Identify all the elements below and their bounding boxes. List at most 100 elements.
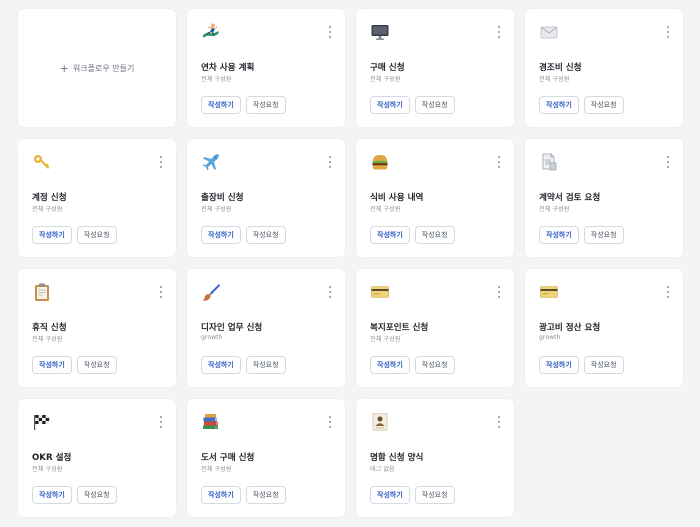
workflow-title: 경조비 신청	[539, 63, 582, 73]
workflow-title: 식비 사용 내역	[370, 193, 424, 203]
more-options-icon[interactable]	[158, 286, 164, 298]
more-options-icon[interactable]	[327, 286, 333, 298]
request-write-button[interactable]: 작성요청	[414, 356, 455, 374]
workflow-subtitle: 전체 구성원	[370, 76, 401, 83]
workflow-subtitle: 전체 구성원	[32, 336, 63, 343]
workflow-subtitle: 전체 구성원	[539, 76, 570, 83]
credit-card-icon	[539, 282, 559, 302]
credit-card-icon	[370, 282, 390, 302]
write-button[interactable]: 작성하기	[370, 486, 410, 504]
request-write-button[interactable]: 작성요청	[245, 96, 286, 114]
workflow-title: 디자인 업무 신청	[201, 323, 263, 333]
write-button[interactable]: 작성하기	[201, 226, 241, 244]
request-write-button[interactable]: 작성요청	[76, 226, 117, 244]
workflow-title: 휴직 신청	[32, 323, 67, 333]
document-icon	[539, 152, 559, 172]
request-write-button[interactable]: 작성요청	[583, 96, 624, 114]
request-write-button[interactable]: 작성요청	[414, 486, 455, 504]
workflow-subtitle: 전체 구성원	[201, 466, 232, 473]
checkered-flag-icon	[32, 412, 52, 432]
workflow-card[interactable]: 광고비 정산 요청 growth 작성하기 작성요청	[525, 269, 683, 387]
workflow-subtitle: growth	[201, 334, 223, 341]
clipboard-icon	[32, 282, 52, 302]
write-button[interactable]: 작성하기	[201, 356, 241, 374]
workflow-grid: + 워크플로우 만들기 연차 사용 계획 전체 구성원 작성하기 작성요청 구매…	[18, 9, 683, 517]
write-button[interactable]: 작성하기	[201, 486, 241, 504]
workflow-card[interactable]: 계정 신청 전체 구성원 작성하기 작성요청	[18, 139, 176, 257]
write-button[interactable]: 작성하기	[32, 486, 72, 504]
request-write-button[interactable]: 작성요청	[76, 486, 117, 504]
workflow-card[interactable]: 복지포인트 신청 전체 구성원 작성하기 작성요청	[356, 269, 514, 387]
workflow-subtitle: 전체 구성원	[201, 206, 232, 213]
workflow-subtitle: 전체 구성원	[370, 206, 401, 213]
workflow-title: 출장비 신청	[201, 193, 244, 203]
create-workflow-label: 워크플로우 만들기	[72, 63, 135, 73]
books-icon	[201, 412, 221, 432]
workflow-subtitle: 태그 없음	[370, 466, 395, 473]
workflow-card[interactable]: 계약서 검토 요청 전체 구성원 작성하기 작성요청	[525, 139, 683, 257]
workflow-subtitle: 전체 구성원	[201, 76, 232, 83]
paintbrush-icon	[201, 282, 221, 302]
write-button[interactable]: 작성하기	[370, 356, 410, 374]
write-button[interactable]: 작성하기	[32, 356, 72, 374]
write-button[interactable]: 작성하기	[539, 226, 579, 244]
more-options-icon[interactable]	[158, 156, 164, 168]
workflow-card[interactable]: 명함 신청 양식 태그 없음 작성하기 작성요청	[356, 399, 514, 517]
more-options-icon[interactable]	[327, 26, 333, 38]
write-button[interactable]: 작성하기	[32, 226, 72, 244]
workflow-title: 도서 구매 신청	[201, 453, 255, 463]
request-write-button[interactable]: 작성요청	[583, 226, 624, 244]
more-options-icon[interactable]	[327, 416, 333, 428]
workflow-card[interactable]: OKR 설정 전체 구성원 작성하기 작성요청	[18, 399, 176, 517]
workflow-card[interactable]: 출장비 신청 전체 구성원 작성하기 작성요청	[187, 139, 345, 257]
more-options-icon[interactable]	[158, 416, 164, 428]
workflow-title: 계정 신청	[32, 193, 67, 203]
request-write-button[interactable]: 작성요청	[414, 226, 455, 244]
workflow-title: OKR 설정	[32, 453, 72, 463]
workflow-card[interactable]: 디자인 업무 신청 growth 작성하기 작성요청	[187, 269, 345, 387]
write-button[interactable]: 작성하기	[370, 96, 410, 114]
workflow-card[interactable]: 경조비 신청 전체 구성원 작성하기 작성요청	[525, 9, 683, 127]
more-options-icon[interactable]	[665, 286, 671, 298]
request-write-button[interactable]: 작성요청	[245, 356, 286, 374]
key-icon	[32, 152, 52, 172]
more-options-icon[interactable]	[496, 26, 502, 38]
workflow-subtitle: 전체 구성원	[539, 206, 570, 213]
more-options-icon[interactable]	[496, 156, 502, 168]
envelope-icon	[539, 22, 559, 42]
more-options-icon[interactable]	[496, 416, 502, 428]
write-button[interactable]: 작성하기	[201, 96, 241, 114]
request-write-button[interactable]: 작성요청	[76, 356, 117, 374]
request-write-button[interactable]: 작성요청	[245, 226, 286, 244]
more-options-icon[interactable]	[665, 156, 671, 168]
workflow-subtitle: 전체 구성원	[32, 206, 63, 213]
workflow-card[interactable]: 식비 사용 내역 전체 구성원 작성하기 작성요청	[356, 139, 514, 257]
business-card-icon	[370, 412, 390, 432]
workflow-title: 명함 신청 양식	[370, 453, 424, 463]
burger-icon	[370, 152, 390, 172]
surfer-icon	[201, 22, 221, 42]
request-write-button[interactable]: 작성요청	[583, 356, 624, 374]
workflow-title: 광고비 정산 요청	[539, 323, 601, 333]
workflow-title: 계약서 검토 요청	[539, 193, 601, 203]
workflow-title: 연차 사용 계획	[201, 63, 255, 73]
workflow-title: 구매 신청	[370, 63, 405, 73]
monitor-icon	[370, 22, 390, 42]
request-write-button[interactable]: 작성요청	[414, 96, 455, 114]
airplane-icon	[201, 152, 221, 172]
write-button[interactable]: 작성하기	[370, 226, 410, 244]
write-button[interactable]: 작성하기	[539, 96, 579, 114]
workflow-card[interactable]: 도서 구매 신청 전체 구성원 작성하기 작성요청	[187, 399, 345, 517]
more-options-icon[interactable]	[327, 156, 333, 168]
workflow-card[interactable]: 구매 신청 전체 구성원 작성하기 작성요청	[356, 9, 514, 127]
workflow-title: 복지포인트 신청	[370, 323, 429, 333]
workflow-card[interactable]: 휴직 신청 전체 구성원 작성하기 작성요청	[18, 269, 176, 387]
more-options-icon[interactable]	[665, 26, 671, 38]
create-workflow-card[interactable]: + 워크플로우 만들기	[18, 9, 176, 127]
workflow-subtitle: 전체 구성원	[32, 466, 63, 473]
more-options-icon[interactable]	[496, 286, 502, 298]
write-button[interactable]: 작성하기	[539, 356, 579, 374]
workflow-card[interactable]: 연차 사용 계획 전체 구성원 작성하기 작성요청	[187, 9, 345, 127]
request-write-button[interactable]: 작성요청	[245, 486, 286, 504]
create-workflow-button[interactable]: + 워크플로우 만들기	[60, 63, 135, 74]
